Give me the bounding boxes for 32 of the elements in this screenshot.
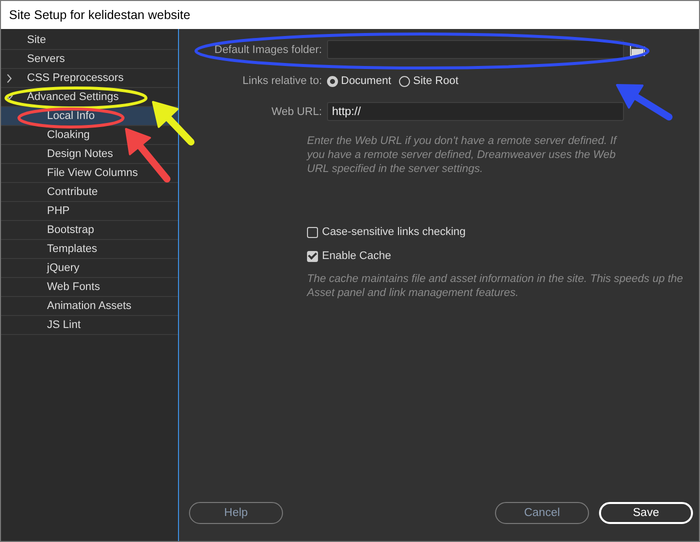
- field-label: Web URL:: [270, 106, 322, 118]
- sidebar-item[interactable]: PHP: [1, 202, 178, 221]
- field-label: Default Images folder:: [213, 44, 322, 56]
- chevron-icon[interactable]: [6, 74, 13, 83]
- sidebar-item[interactable]: File View Columns: [1, 164, 178, 183]
- help-text: Enter the Web URL if you don't have a remote server defined. If you have a remote server defined, Dreamweaver uses the Web URL specified in the server settings.: [307, 134, 618, 176]
- checkbox-label[interactable]: Case-sensitive links checking: [322, 226, 466, 238]
- sidebar-item[interactable]: Bootstrap: [1, 221, 178, 240]
- field-label: Links relative to:: [242, 75, 322, 87]
- save-button[interactable]: Save: [599, 502, 693, 524]
- help-text: The cache maintains file and asset information in the site. This speeds up the Asset panel and link management features.: [307, 272, 684, 300]
- sidebar-item[interactable]: Site: [1, 31, 178, 50]
- checkbox[interactable]: [307, 250, 318, 262]
- sidebar-item[interactable]: CSS Preprocessors: [1, 69, 178, 88]
- checkbox-label[interactable]: Enable Cache: [322, 250, 392, 262]
- window-title: Site Setup for kelidestan website: [9, 8, 190, 22]
- radio-button[interactable]: [399, 76, 410, 86]
- option-label[interactable]: Site Root: [413, 75, 458, 87]
- images-folder-field[interactable]: [327, 40, 624, 59]
- sidebar-item[interactable]: Animation Assets: [1, 297, 178, 316]
- option-label[interactable]: Document: [341, 75, 392, 87]
- chevron-icon[interactable]: [6, 93, 13, 102]
- sidebar-item[interactable]: Web Fonts: [1, 278, 178, 297]
- sidebar-item[interactable]: Templates: [1, 240, 178, 259]
- web-url-field[interactable]: http://: [327, 102, 624, 121]
- sidebar-item[interactable]: jQuery: [1, 259, 178, 278]
- sidebar-item[interactable]: JS Lint: [1, 316, 178, 335]
- dialog-button[interactable]: Help: [189, 502, 283, 524]
- sidebar-item[interactable]: Contribute: [1, 183, 178, 202]
- radio-button[interactable]: [327, 76, 338, 86]
- dialog-button[interactable]: Cancel: [495, 502, 589, 524]
- sidebar-item[interactable]: Servers: [1, 50, 178, 69]
